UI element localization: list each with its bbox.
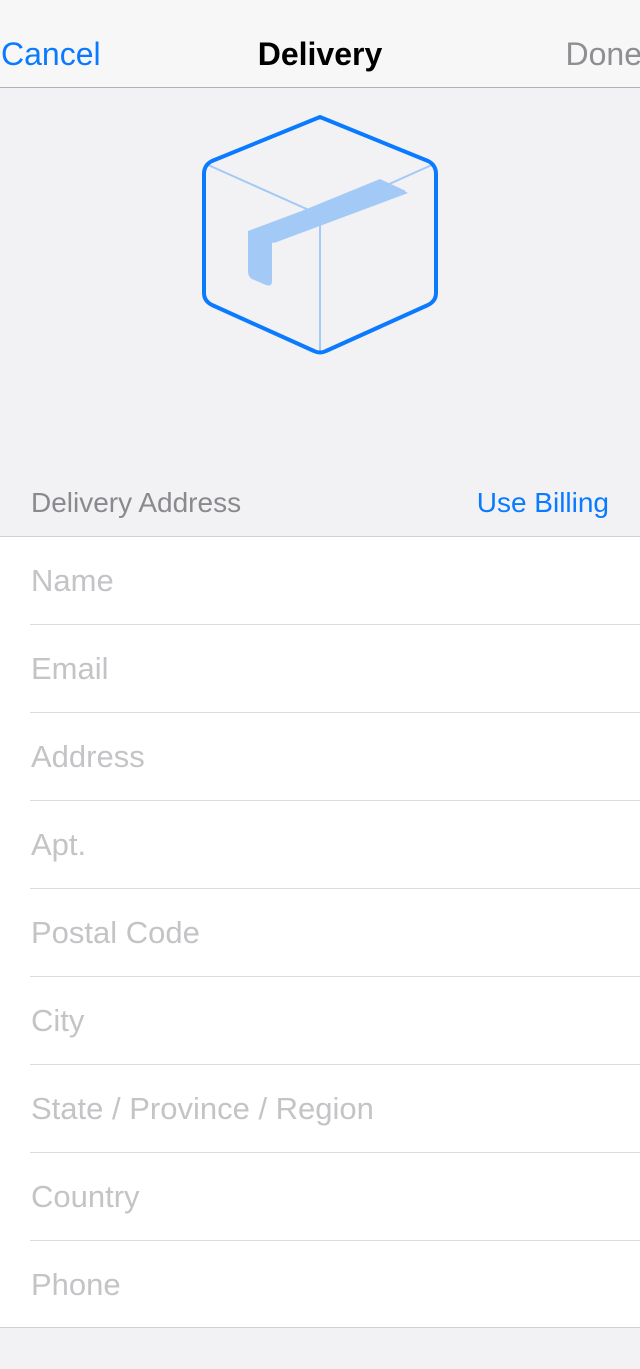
form-row-phone [0, 1241, 640, 1329]
form-row-country [0, 1153, 640, 1241]
city-field[interactable] [31, 977, 621, 1065]
form-row-state [0, 1065, 640, 1153]
form-row-address [0, 713, 640, 801]
hero-illustration [0, 89, 640, 449]
use-billing-button[interactable]: Use Billing [477, 486, 609, 520]
form-row-city [0, 977, 640, 1065]
form-row-apt [0, 801, 640, 889]
section-title: Delivery Address [31, 487, 242, 518]
country-field[interactable] [31, 1153, 621, 1241]
navigation-bar: Cancel Delivery Done [0, 0, 640, 88]
state-province-region-field[interactable] [31, 1065, 621, 1153]
address-field[interactable] [31, 713, 621, 801]
delivery-form [0, 536, 640, 1329]
apt-field[interactable] [31, 801, 621, 889]
delivery-address-header: Delivery Address Use Billing [0, 470, 640, 536]
cancel-button[interactable]: Cancel [1, 36, 101, 72]
form-row-name [0, 537, 640, 625]
postal-code-field[interactable] [31, 889, 621, 977]
form-row-email [0, 625, 640, 713]
phone-field[interactable] [31, 1241, 621, 1329]
package-box-icon [202, 115, 438, 355]
email-field[interactable] [31, 625, 621, 713]
name-field[interactable] [31, 537, 621, 625]
done-button[interactable]: Done [566, 36, 640, 72]
form-row-postal-code [0, 889, 640, 977]
